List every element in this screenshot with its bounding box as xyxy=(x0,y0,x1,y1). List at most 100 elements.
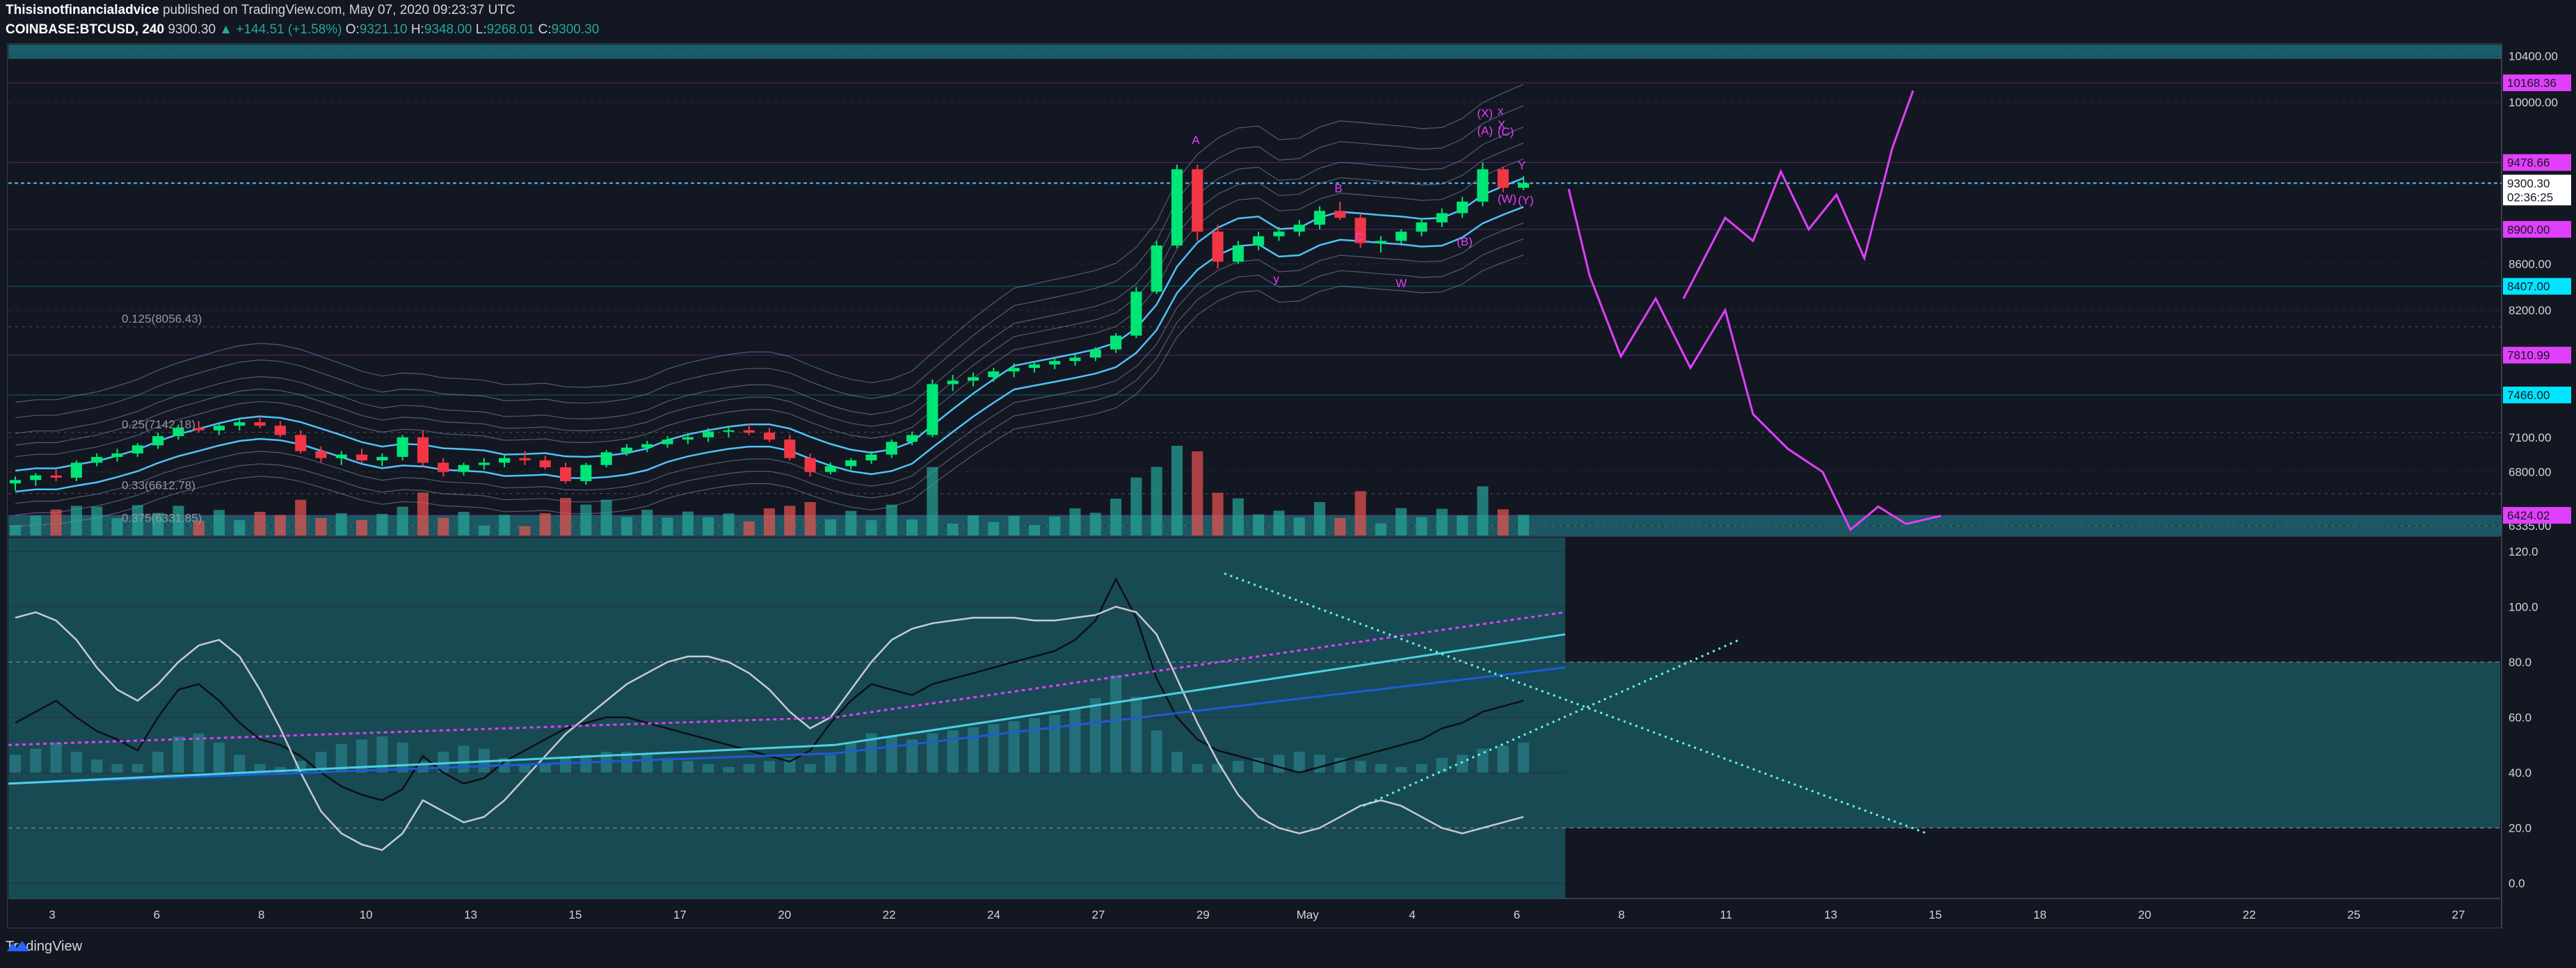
volume-bar xyxy=(947,524,959,535)
osc-histogram-bar xyxy=(50,742,62,773)
candle-body xyxy=(1253,236,1265,246)
osc-histogram-bar xyxy=(1232,761,1244,773)
osc-histogram-bar xyxy=(886,736,897,773)
candle-body xyxy=(1273,232,1285,236)
volume-bar xyxy=(886,504,897,535)
time-axis-tick: 6 xyxy=(1514,908,1520,921)
osc-axis-tick: 20.0 xyxy=(2509,822,2531,835)
projection-path-down xyxy=(1567,188,1942,532)
volume-bar xyxy=(927,467,938,535)
volume-bar xyxy=(1028,525,1040,535)
tradingview-icon xyxy=(7,941,29,951)
volume-bar xyxy=(9,525,22,535)
candle-body xyxy=(335,454,347,458)
osc-histogram-bar xyxy=(641,755,653,773)
volume-bar xyxy=(845,510,857,535)
time-axis-tick: 15 xyxy=(1929,908,1942,921)
osc-histogram-bar xyxy=(1273,755,1285,773)
volume-bar xyxy=(438,517,449,535)
time-axis-tick: 11 xyxy=(1720,908,1732,921)
time-axis-tick: 8 xyxy=(1618,908,1624,921)
wave-label: x xyxy=(1498,104,1504,118)
volume-bar xyxy=(1436,508,1448,535)
volume-bar xyxy=(906,519,918,535)
volume-bar xyxy=(539,513,551,535)
candle-body xyxy=(947,380,959,385)
price-tag-label: 6424.02 xyxy=(2507,509,2550,522)
volume-bar xyxy=(274,515,286,535)
volume-bar xyxy=(1273,510,1285,535)
candle-body xyxy=(865,454,877,461)
wave-label: Y xyxy=(1518,159,1526,172)
candle-body xyxy=(662,439,673,444)
volume-bar xyxy=(1293,517,1305,535)
wave-label: B xyxy=(1334,182,1342,195)
osc-histogram-bar xyxy=(947,730,959,773)
price-axis-tick: 10400.00 xyxy=(2509,50,2558,63)
candle-body xyxy=(274,426,286,435)
candle-body xyxy=(50,475,62,478)
volume-bar xyxy=(30,515,42,535)
volume-bar xyxy=(376,514,388,535)
candle-body xyxy=(559,467,572,481)
volume-bar xyxy=(519,526,531,535)
price-axis-tick: 8200.00 xyxy=(2509,304,2551,317)
volume-bar xyxy=(1354,491,1366,535)
candle-body xyxy=(1517,183,1530,188)
candle-body xyxy=(641,444,653,448)
volume-bar xyxy=(1334,518,1346,535)
time-axis-tick: 8 xyxy=(258,908,264,921)
price-chart-svg[interactable]: 10400.0010000.008600.008200.007100.00680… xyxy=(0,0,2576,968)
volume-bar xyxy=(1375,523,1386,535)
wave-label: (W) xyxy=(1498,193,1517,206)
time-axis-tick: 24 xyxy=(987,908,1000,921)
candle-body xyxy=(906,435,918,442)
volume-bar xyxy=(1395,508,1407,535)
osc-histogram-bar xyxy=(152,752,164,773)
volume-bar xyxy=(458,512,470,535)
tradingview-logo[interactable]: TradingView xyxy=(6,939,82,955)
envelope-band xyxy=(15,105,1524,419)
candle-body xyxy=(723,430,735,432)
time-axis-tick: 29 xyxy=(1197,908,1210,921)
candle-body xyxy=(600,452,612,465)
price-tag-label: 9478.66 xyxy=(2507,156,2550,170)
osc-histogram-bar xyxy=(458,745,470,773)
osc-histogram-bar xyxy=(111,764,123,773)
osc-histogram-bar xyxy=(234,755,246,773)
wave-label: C xyxy=(1355,231,1363,244)
volume-bar xyxy=(662,517,673,535)
time-axis-tick: 6 xyxy=(154,908,160,921)
osc-axis-tick: 40.0 xyxy=(2509,766,2531,780)
osc-histogram-bar xyxy=(824,755,836,773)
osc-histogram-bar xyxy=(1049,715,1061,773)
candle-body xyxy=(1457,201,1469,213)
oscillator-history-bg xyxy=(8,538,1565,898)
candle-body xyxy=(1416,222,1427,232)
osc-histogram-bar xyxy=(1171,752,1183,773)
volume-bar xyxy=(234,520,246,535)
candle-body xyxy=(519,458,531,461)
time-axis-tick: 25 xyxy=(2347,908,2360,921)
candle-body xyxy=(682,437,694,440)
candle-body xyxy=(1497,169,1509,188)
volume-bar xyxy=(50,509,62,535)
candle-body xyxy=(30,475,42,481)
osc-histogram-bar xyxy=(1517,742,1530,773)
osc-histogram-bar xyxy=(682,761,694,773)
volume-bar xyxy=(988,522,1000,535)
envelope-band xyxy=(15,239,1524,516)
osc-histogram-bar xyxy=(1008,721,1020,773)
price-tag-label: 8900.00 xyxy=(2507,223,2550,236)
volume-bar xyxy=(1253,514,1265,535)
candle-body xyxy=(9,480,22,484)
candle-body xyxy=(1069,357,1081,362)
osc-histogram-bar xyxy=(173,736,184,773)
osc-axis-tick: 120.0 xyxy=(2509,545,2538,558)
osc-histogram-bar xyxy=(845,742,857,773)
candle-body xyxy=(499,458,511,463)
candle-body xyxy=(295,435,307,451)
osc-histogram-bar xyxy=(927,733,938,773)
osc-histogram-bar xyxy=(1293,752,1305,773)
volume-bar xyxy=(723,513,735,535)
